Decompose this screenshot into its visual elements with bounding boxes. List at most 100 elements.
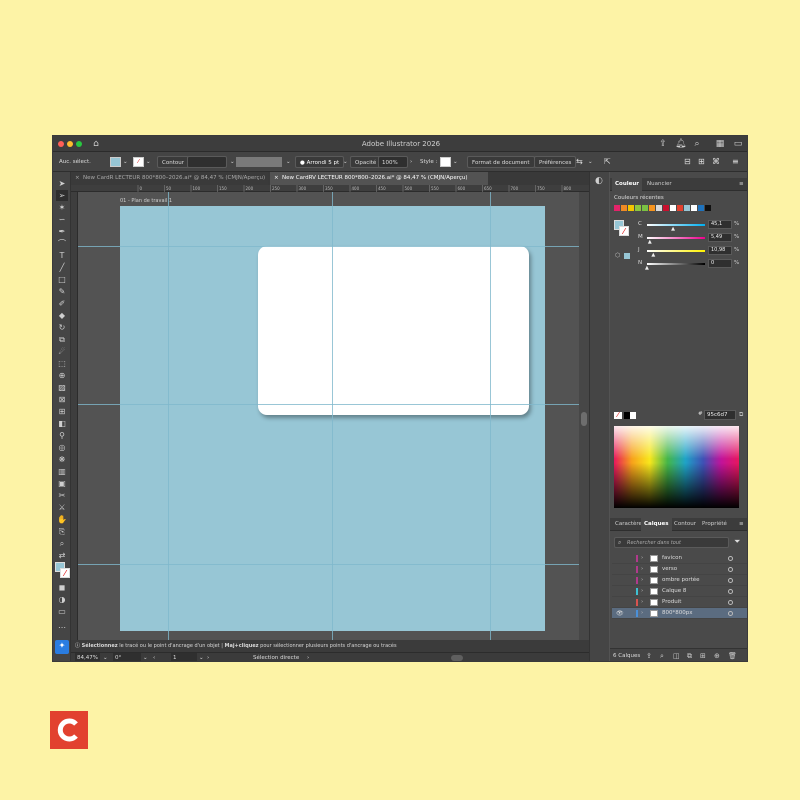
channel-slider[interactable] (647, 250, 705, 252)
recent-swatch[interactable] (621, 205, 627, 211)
corner-radius-button[interactable]: ● Arrondi 5 pt (295, 156, 345, 168)
close-tab-icon[interactable]: × (75, 172, 80, 185)
pen-tool-icon[interactable]: ✒ (56, 226, 68, 237)
transform-icon[interactable]: ⌘ (712, 156, 720, 168)
artboard-label[interactable]: 01 - Plan de travail 1 (120, 198, 172, 204)
artboard-tool-icon[interactable]: ▣ (56, 478, 68, 489)
stroke-button[interactable]: Contour (157, 156, 189, 168)
layer-name[interactable]: 800*800px (662, 608, 693, 619)
zoom-tool-icon[interactable]: ⌕ (56, 538, 68, 549)
scrollbar-thumb[interactable] (581, 412, 587, 426)
next-artboard-icon[interactable]: › (207, 653, 209, 661)
type-tool-icon[interactable]: T (56, 250, 68, 261)
shape-builder-tool-icon[interactable]: ⊕ (56, 370, 68, 381)
layer-row[interactable]: › ombre portée (612, 575, 747, 586)
chevron-down-icon[interactable]: ⌄ (230, 156, 235, 168)
layer-row[interactable]: › verso (612, 564, 747, 575)
warp-tool-icon[interactable]: ☄ (56, 346, 68, 357)
chevron-down-icon[interactable]: ⌄ (286, 156, 291, 168)
fill-swatch[interactable] (110, 157, 121, 167)
align-icon[interactable]: ⊟ (684, 156, 691, 168)
layer-name[interactable]: verso (662, 564, 677, 575)
tab-calques[interactable]: Calques (641, 518, 672, 531)
panel-menu-icon[interactable]: ≡ (736, 178, 747, 191)
stroke-color-box[interactable]: ⁄ (60, 568, 70, 578)
layer-row[interactable]: › favicon (612, 553, 747, 564)
knife-tool-icon[interactable]: ⚔ (56, 502, 68, 513)
recent-swatch[interactable] (663, 205, 669, 211)
copy-hex-icon[interactable]: ⧉ (739, 411, 743, 419)
collect-icon[interactable]: ⧉ (687, 652, 692, 661)
channel-value-field[interactable]: 0 (708, 259, 732, 268)
layer-name[interactable]: ombre portée (662, 575, 700, 586)
direct-selection-tool-icon[interactable]: ➢ (56, 190, 68, 201)
expand-chevron-icon[interactable]: › (641, 553, 643, 564)
gradient-tool-icon[interactable]: ◧ (56, 418, 68, 429)
chevron-down-icon[interactable]: ⌄ (453, 156, 458, 168)
recent-swatch[interactable] (635, 205, 641, 211)
recent-swatch[interactable] (642, 205, 648, 211)
free-transform-tool-icon[interactable]: ⬚ (56, 358, 68, 369)
target-circle-icon[interactable] (728, 611, 733, 616)
chevron-down-icon[interactable]: ⌄ (343, 156, 348, 168)
selection-tool-icon[interactable]: ➤ (56, 178, 68, 189)
recent-swatch[interactable] (628, 205, 634, 211)
workspace-icon[interactable]: ▦ (715, 139, 725, 149)
target-circle-icon[interactable] (728, 589, 733, 594)
channel-value-field[interactable]: 45,1 (708, 220, 732, 229)
paintbrush-tool-icon[interactable]: ✎ (56, 286, 68, 297)
layer-row[interactable]: 👁︎ › 800*800px (612, 608, 747, 619)
clipping-mask-icon[interactable]: ◫ (673, 652, 680, 660)
previous-artboard-icon[interactable]: ‹ (153, 653, 155, 661)
close-tab-icon[interactable]: × (274, 172, 279, 185)
recent-swatch[interactable] (691, 205, 697, 211)
chevron-right-icon[interactable]: › (307, 653, 309, 661)
export-icon[interactable]: ⇱ (604, 156, 611, 168)
line-tool-icon[interactable]: ╱ (56, 262, 68, 273)
expand-chevron-icon[interactable]: › (641, 586, 643, 597)
slice-tool-icon[interactable]: ✂ (56, 490, 68, 501)
symbol-sprayer-tool-icon[interactable]: ❋ (56, 454, 68, 465)
guide[interactable] (78, 564, 579, 565)
layer-row[interactable]: › Produit (612, 597, 747, 608)
target-circle-icon[interactable] (728, 556, 733, 561)
delete-layer-icon[interactable]: 🗑︎ (728, 652, 737, 660)
layer-name[interactable]: favicon (662, 553, 682, 564)
visibility-eye-icon[interactable]: 👁︎ (616, 608, 624, 619)
slider-knob-icon[interactable]: ▲ (671, 226, 675, 232)
stroke-weight-field[interactable] (187, 156, 227, 168)
recent-swatch[interactable] (677, 205, 683, 211)
canvas[interactable]: 01 - Plan de travail 1 (78, 192, 579, 640)
chevron-down-icon[interactable]: ⌄ (123, 156, 128, 168)
zoom-field[interactable]: 84,47% (75, 653, 100, 661)
artboard-number-field[interactable]: 1 (171, 653, 197, 661)
rotation-field[interactable]: 0° (113, 653, 141, 661)
stroke-swatch[interactable]: ⁄ (133, 157, 144, 167)
opacity-field[interactable]: 100% (378, 156, 408, 168)
recent-swatch[interactable] (684, 205, 690, 211)
guide[interactable] (78, 246, 579, 247)
draw-mode-icon[interactable]: ◑ (56, 594, 68, 605)
lasso-tool-icon[interactable]: ∽ (56, 214, 68, 225)
recent-swatch[interactable] (698, 205, 704, 211)
recent-swatch[interactable] (705, 205, 711, 211)
graphic-style-swatch[interactable] (440, 157, 451, 167)
tab-document-2[interactable]: × New CardRV LECTEUR 800*800–2026.ai* @ … (270, 172, 488, 185)
hex-field[interactable]: 95c6d7 (704, 410, 736, 420)
tab-propriete[interactable]: Propriété (699, 518, 730, 531)
tab-caractere[interactable]: Caractère (612, 518, 645, 531)
recent-swatch[interactable] (670, 205, 676, 211)
channel-value-field[interactable]: 5,49 (708, 233, 732, 242)
recent-swatch[interactable] (649, 205, 655, 211)
channel-value-field[interactable]: 10,98 (708, 246, 732, 255)
guide[interactable] (490, 192, 491, 640)
chevron-down-icon[interactable]: ⌄ (146, 156, 151, 168)
white-swatch[interactable] (630, 412, 636, 419)
live-paint-tool-icon[interactable]: ▨ (56, 382, 68, 393)
slider-knob-icon[interactable]: ▲ (645, 265, 649, 271)
more-tools-icon[interactable]: ⋯ (56, 622, 68, 633)
text-align-icon[interactable]: ⊞ (698, 156, 705, 168)
slider-knob-icon[interactable]: ▲ (648, 239, 652, 245)
shaper-tool-icon[interactable]: ✐ (56, 298, 68, 309)
generative-ai-icon[interactable]: ✦ (55, 640, 69, 654)
